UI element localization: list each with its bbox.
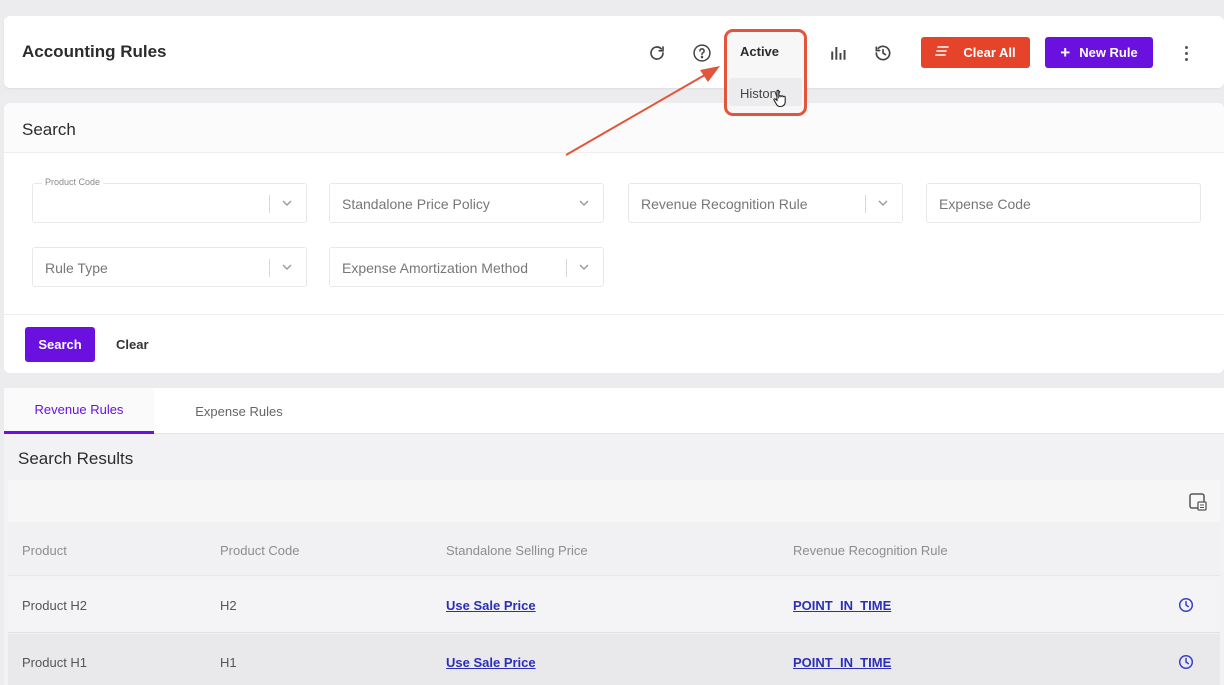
search-panel-title: Search — [22, 120, 76, 139]
cell-standalone-price-link[interactable]: Use Sale Price — [446, 598, 536, 613]
history-icon[interactable] — [872, 42, 894, 64]
table-row: Product H2 H2 Use Sale Price POINT_IN_TI… — [8, 577, 1220, 633]
chevron-down-icon — [579, 264, 589, 270]
product-code-label: Product Code — [42, 177, 104, 187]
results-panel: Revenue Rules Expense Rules Search Resul… — [4, 388, 1224, 685]
results-toolbar — [8, 480, 1220, 522]
expense-amortization-method-select[interactable]: Expense Amortization Method — [329, 247, 604, 287]
cell-product: Product H1 — [22, 655, 88, 670]
rule-type-placeholder: Rule Type — [45, 260, 108, 276]
chevron-down-icon — [282, 200, 292, 206]
rules-tabs: Revenue Rules Expense Rules — [4, 388, 1224, 434]
field-separator — [269, 195, 270, 213]
new-rule-button[interactable]: + New Rule — [1045, 37, 1153, 68]
dropdown-option-active[interactable]: Active — [740, 44, 779, 59]
standalone-price-policy-placeholder: Standalone Price Policy — [342, 196, 490, 212]
chevron-down-icon — [282, 264, 292, 270]
page-title: Accounting Rules — [22, 42, 167, 61]
more-options-icon[interactable] — [1178, 42, 1194, 64]
expense-code-input[interactable]: Expense Code — [926, 183, 1201, 223]
row-history-icon[interactable] — [1178, 597, 1194, 613]
table-header: Product Product Code Standalone Selling … — [8, 522, 1220, 576]
bar-chart-icon[interactable] — [827, 42, 849, 64]
search-button[interactable]: Search — [25, 327, 95, 362]
cell-standalone-price-link[interactable]: Use Sale Price — [446, 655, 536, 670]
revenue-recognition-rule-placeholder: Revenue Recognition Rule — [641, 196, 808, 212]
cell-product-code: H2 — [220, 598, 237, 613]
cell-product-code: H1 — [220, 655, 237, 670]
table-row: Product H1 H1 Use Sale Price POINT_IN_TI… — [8, 634, 1220, 685]
divider — [4, 314, 1224, 315]
cell-product: Product H2 — [22, 598, 88, 613]
column-header-product[interactable]: Product — [22, 543, 67, 558]
tab-revenue-rules[interactable]: Revenue Rules — [4, 388, 154, 434]
column-header-standalone-selling-price[interactable]: Standalone Selling Price — [446, 543, 588, 558]
tab-expense-rules[interactable]: Expense Rules — [164, 388, 314, 434]
field-separator — [566, 259, 567, 277]
row-history-icon[interactable] — [1178, 654, 1194, 670]
cell-revenue-rule-link[interactable]: POINT_IN_TIME — [793, 598, 891, 613]
cell-revenue-rule-link[interactable]: POINT_IN_TIME — [793, 655, 891, 670]
column-header-product-code[interactable]: Product Code — [220, 543, 300, 558]
product-code-select[interactable]: Product Code — [32, 177, 307, 223]
field-separator — [865, 195, 866, 213]
plus-icon: + — [1060, 43, 1071, 62]
field-separator — [269, 259, 270, 277]
clear-all-button[interactable]: Clear All — [921, 37, 1030, 68]
search-results-title: Search Results — [18, 449, 134, 468]
clear-all-icon — [935, 45, 950, 60]
new-rule-label: New Rule — [1079, 45, 1138, 60]
column-header-revenue-recognition-rule[interactable]: Revenue Recognition Rule — [793, 543, 948, 558]
chevron-down-icon — [579, 200, 589, 206]
hand-cursor-icon — [773, 89, 786, 108]
clear-button[interactable]: Clear — [116, 337, 149, 352]
standalone-price-policy-select[interactable]: Standalone Price Policy — [329, 183, 604, 223]
column-settings-icon[interactable] — [1188, 492, 1208, 512]
view-mode-dropdown: Active History — [724, 29, 807, 116]
rule-type-select[interactable]: Rule Type — [32, 247, 307, 287]
annotation-arrow — [565, 66, 720, 156]
chevron-down-icon — [878, 200, 888, 206]
expense-code-placeholder: Expense Code — [939, 196, 1031, 212]
expense-amortization-method-placeholder: Expense Amortization Method — [342, 260, 528, 276]
clear-all-label: Clear All — [963, 45, 1016, 60]
revenue-recognition-rule-select[interactable]: Revenue Recognition Rule — [628, 183, 903, 223]
